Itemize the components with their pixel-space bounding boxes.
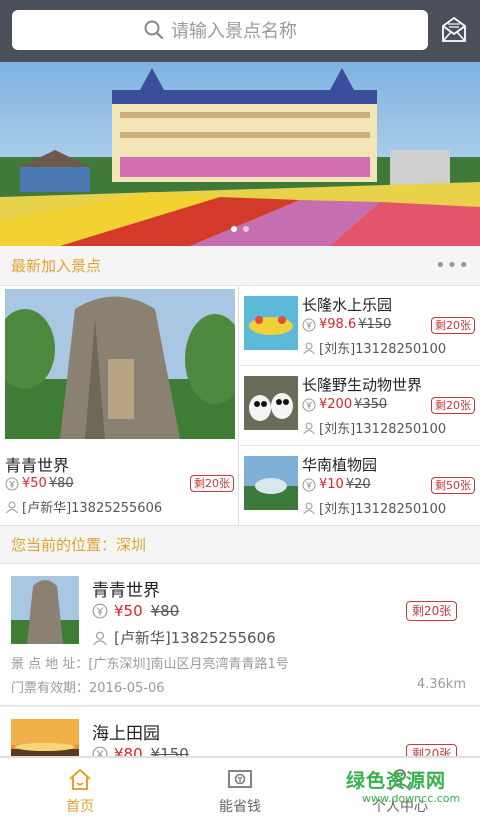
contact-row: [卢新华]13825255606	[92, 627, 276, 648]
user-icon	[303, 502, 315, 514]
price-row: ¥50 ¥80	[92, 602, 179, 620]
address: 景 点 地 址：[广东深圳]南山区月亮湾青青路1号	[11, 657, 289, 672]
carousel-dots	[0, 217, 480, 236]
price: ¥10	[319, 477, 344, 492]
coin-icon	[92, 603, 108, 619]
tab-save-money-label: 能省钱	[219, 799, 261, 815]
contact: [刘东]13128250100	[319, 422, 447, 437]
search-placeholder: 请输入景点名称	[171, 21, 297, 42]
tab-home[interactable]: 首页	[0, 758, 160, 820]
new-spots-title: 最新加入景点	[11, 257, 102, 275]
carousel-dot[interactable]	[243, 226, 249, 232]
carousel-dot[interactable]	[231, 226, 237, 232]
spot-card[interactable]: 长隆野生动物世界 ¥200 ¥350 剩20张 [刘东]13128250100	[240, 366, 480, 446]
featured-spot-name: 青青世界	[5, 456, 70, 475]
coin-icon	[92, 746, 108, 756]
coin-icon	[302, 318, 316, 331]
tab-home-label: 首页	[66, 799, 94, 815]
price-row: ¥98.6 ¥150	[302, 317, 391, 332]
search-input[interactable]: 请输入景点名称	[12, 10, 428, 50]
spot-name: 长隆水上乐园	[302, 296, 393, 314]
contact: [卢新华]13825255606	[114, 629, 276, 647]
contact: [刘东]13128250100	[319, 342, 447, 357]
featured-spot-image	[5, 289, 235, 439]
remaining-badge: 剩20张	[406, 744, 458, 756]
list-item-image	[11, 576, 79, 644]
list-item-image	[11, 719, 79, 756]
tab-save-money[interactable]: 能省钱	[160, 758, 320, 820]
coin-icon	[302, 478, 316, 491]
user-icon	[93, 631, 107, 645]
search-icon	[144, 20, 164, 40]
distance: 4.36km	[416, 677, 466, 692]
home-icon	[69, 768, 91, 790]
contact: [卢新华]13825255606	[22, 501, 163, 516]
remaining-badge: 剩20张	[406, 601, 458, 621]
original-price: ¥80	[150, 602, 180, 620]
original-price: ¥20	[345, 477, 371, 492]
watermark: 绿色资源网 www.downcc.com	[338, 764, 474, 814]
user-icon	[6, 501, 18, 513]
coupon-icon	[228, 770, 252, 788]
price-row: ¥10 ¥20	[302, 477, 371, 492]
list-item-name: 青青世界	[92, 581, 160, 601]
valid-until: 门票有效期：2016-05-06	[11, 681, 165, 696]
remaining-badge: 剩20张	[431, 317, 475, 334]
spot-image	[244, 376, 298, 430]
spot-card[interactable]: 长隆水上乐园 ¥98.6 ¥150 剩20张 [刘东]13128250100	[240, 286, 480, 366]
user-icon	[303, 422, 315, 434]
top-bar: 请输入景点名称	[0, 0, 480, 62]
mail-icon[interactable]	[440, 16, 468, 44]
featured-spot-card[interactable]: 青青世界 ¥50 ¥80 剩20张 [卢新华]13825255606	[0, 286, 239, 526]
coin-icon	[5, 477, 19, 490]
spot-name: 华南植物园	[302, 456, 378, 474]
original-price: ¥80	[48, 476, 74, 491]
spot-image	[244, 456, 298, 510]
new-spots-header: 最新加入景点 •••	[0, 246, 480, 286]
remaining-badge: 剩50张	[431, 477, 475, 494]
spot-image	[244, 296, 298, 350]
remaining-badge: 剩20张	[190, 475, 234, 492]
price: ¥50	[114, 602, 143, 620]
contact-row: [刘东]13128250100	[302, 338, 446, 357]
original-price: ¥350	[354, 397, 388, 412]
list-item[interactable]: 海上田园 ¥80 ¥150 剩20张	[0, 707, 480, 757]
contact: [刘东]13128250100	[319, 502, 447, 517]
list-item[interactable]: 青青世界 ¥50 ¥80 剩20张 [卢新华]13825255606 景 点 地…	[0, 564, 480, 706]
location-label: 您当前的位置：深圳	[11, 536, 147, 554]
coin-icon	[302, 398, 316, 411]
new-spots-grid: 青青世界 ¥50 ¥80 剩20张 [卢新华]13825255606 长隆水上乐…	[0, 286, 480, 526]
banner-carousel[interactable]	[0, 62, 480, 246]
featured-price-row: ¥50 ¥80	[5, 476, 74, 491]
original-price: ¥150	[150, 745, 189, 757]
price-row: ¥200 ¥350	[302, 397, 387, 412]
watermark-title: 绿色资源网	[346, 770, 447, 792]
price: ¥80	[114, 745, 143, 757]
watermark-url: www.downcc.com	[362, 792, 461, 805]
spot-card[interactable]: 华南植物园 ¥10 ¥20 剩50张 [刘东]13128250100	[240, 446, 480, 526]
price: ¥200	[319, 397, 353, 412]
location-header: 您当前的位置：深圳	[0, 526, 480, 564]
contact-row: [刘东]13128250100	[302, 498, 446, 517]
remaining-badge: 剩20张	[431, 397, 475, 414]
list-item-name: 海上田园	[92, 724, 160, 744]
spot-name: 长隆野生动物世界	[302, 376, 423, 394]
price: ¥50	[22, 476, 47, 491]
more-icon[interactable]: •••	[435, 246, 470, 286]
contact-row: [刘东]13128250100	[302, 418, 446, 437]
original-price: ¥150	[358, 317, 392, 332]
price-row: ¥80 ¥150	[92, 745, 189, 757]
featured-contact-row: [卢新华]13825255606	[5, 497, 162, 516]
price: ¥98.6	[319, 317, 357, 332]
user-icon	[303, 342, 315, 354]
